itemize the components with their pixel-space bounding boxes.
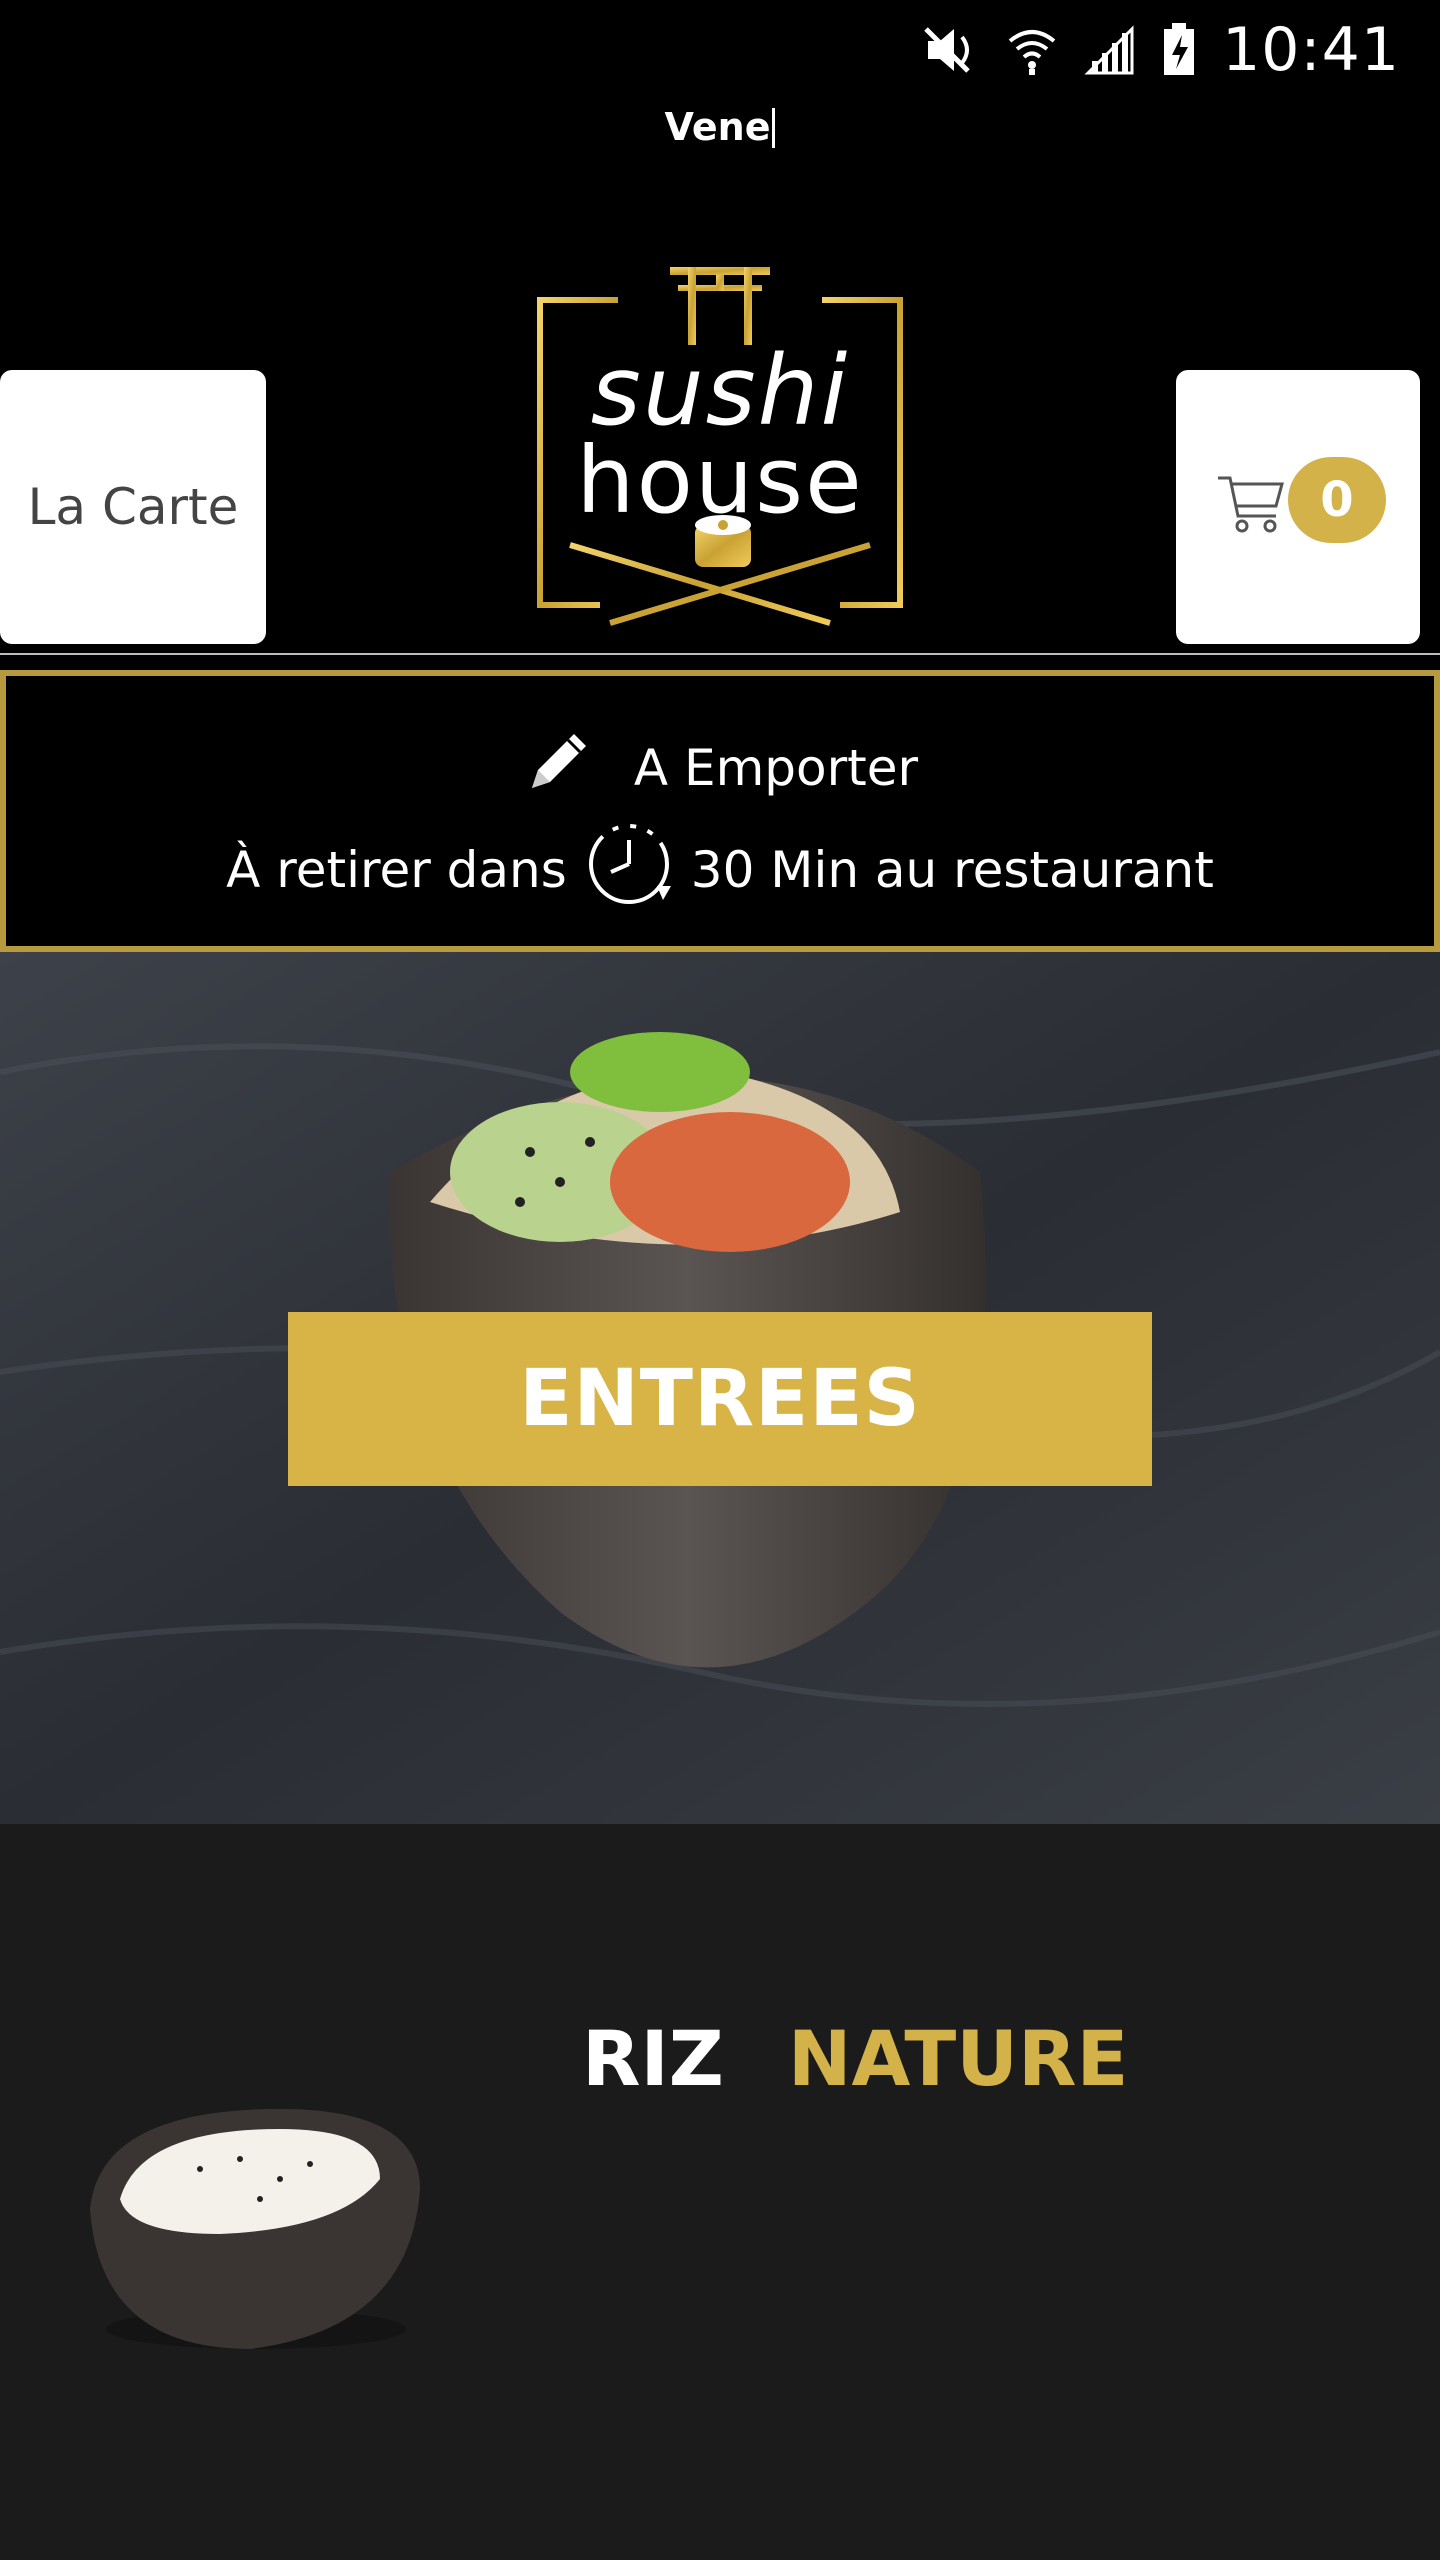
clock-icon <box>581 816 677 924</box>
logo-text-line1: sushi <box>590 335 850 447</box>
logo-text-line2: house <box>576 427 864 534</box>
mute-icon <box>924 25 980 75</box>
category-hero[interactable]: ENTREES <box>0 952 1440 1824</box>
product-title[interactable]: RIZ NATURE <box>582 2014 1128 2103</box>
product-title-word1: RIZ <box>582 2014 724 2103</box>
order-info-panel[interactable]: A Emporter À retirer dans 30 Min au rest… <box>0 670 1440 952</box>
pencil-icon[interactable] <box>522 726 594 810</box>
order-mode-row: A Emporter <box>6 726 1434 810</box>
sushi-house-logo[interactable]: sushi house <box>530 255 910 635</box>
status-bar: 10:41 <box>0 0 1440 100</box>
product-image[interactable] <box>80 2069 430 2374</box>
signal-icon <box>1084 25 1136 75</box>
header-divider <box>0 653 1440 655</box>
product-card[interactable]: RIZ NATURE <box>0 1824 1440 2560</box>
pickup-prefix: À retirer dans <box>226 841 567 899</box>
menu-button[interactable]: La Carte <box>0 370 266 644</box>
shopping-cart-icon <box>1216 472 1286 543</box>
text-caret <box>772 108 776 148</box>
wifi-icon <box>1006 25 1058 75</box>
app-screen: 10:41 Vene La Carte sushi house 0 A Empo… <box>0 0 1440 2560</box>
product-title-word2: NATURE <box>787 2014 1129 2103</box>
cart-button[interactable]: 0 <box>1176 370 1420 644</box>
pickup-time-row: À retirer dans 30 Min au restaurant <box>6 816 1434 924</box>
clock: 10:41 <box>1222 15 1400 85</box>
battery-charging-icon <box>1162 23 1196 77</box>
category-entrees-button[interactable]: ENTREES <box>288 1312 1152 1486</box>
order-mode-label: A Emporter <box>633 739 919 797</box>
address-text: Vene <box>0 105 1440 149</box>
cart-count-badge: 0 <box>1288 457 1386 543</box>
address-value: Vene <box>664 105 771 149</box>
pickup-suffix: 30 Min au restaurant <box>690 841 1214 899</box>
